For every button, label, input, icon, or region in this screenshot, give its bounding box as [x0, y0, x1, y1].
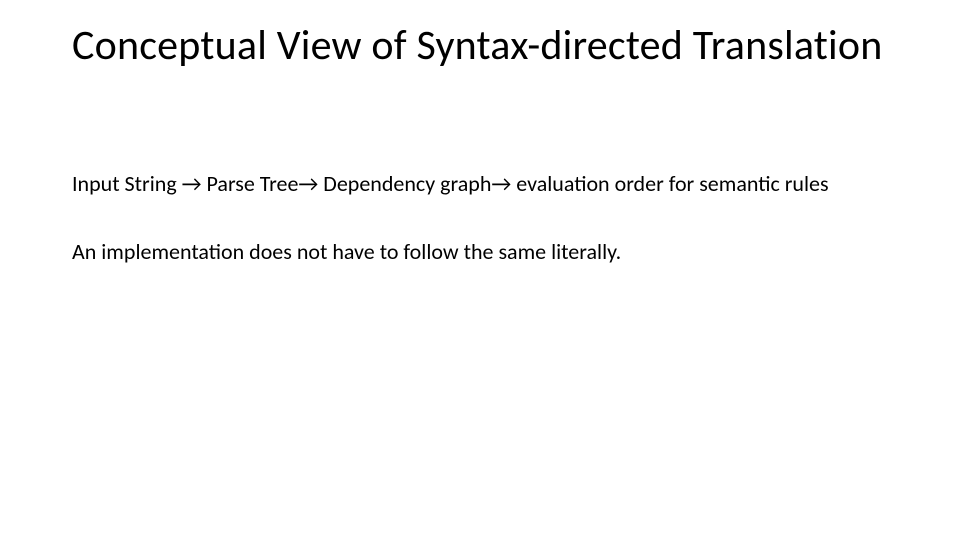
slide: Conceptual View of Syntax-directed Trans… — [0, 0, 960, 540]
slide-body: Input String → Parse Tree→ Dependency gr… — [72, 170, 888, 265]
body-paragraph-1: Input String → Parse Tree→ Dependency gr… — [72, 170, 888, 198]
body-paragraph-2: An implementation does not have to follo… — [72, 238, 888, 266]
slide-title: Conceptual View of Syntax-directed Trans… — [72, 22, 888, 70]
